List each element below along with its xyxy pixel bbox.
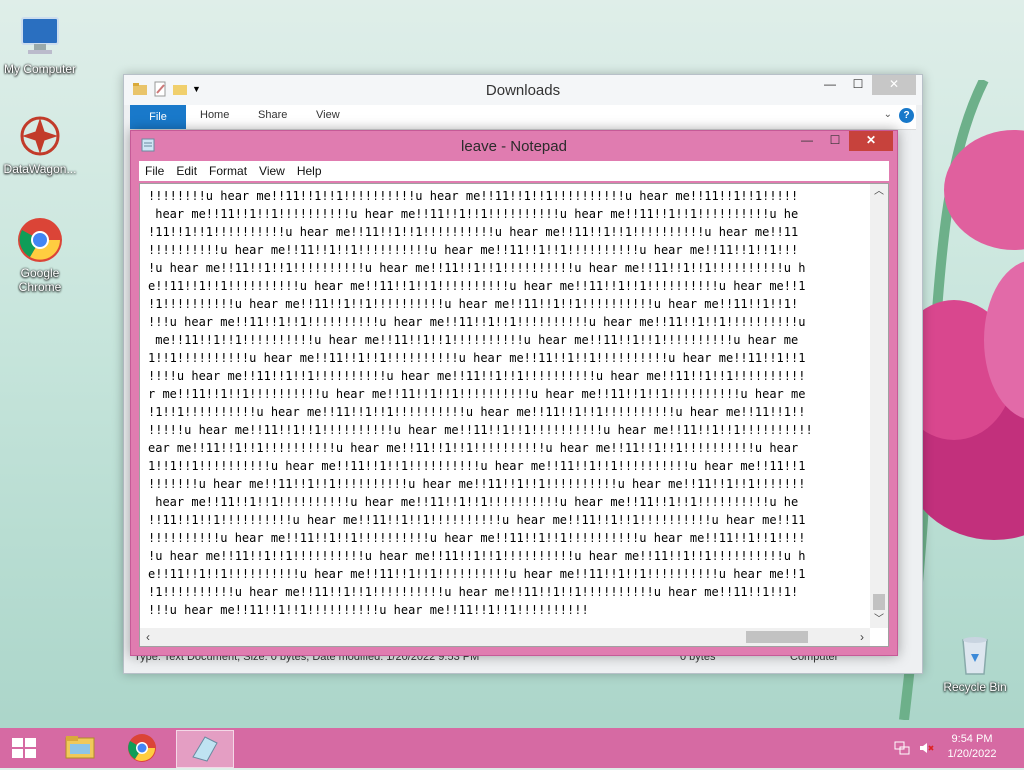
text-line[interactable]: hear me!!11!!1!!1!!!!!!!!!!u hear me!!11…: [148, 205, 864, 223]
computer-icon: [16, 12, 64, 60]
notepad-window-controls: — ☐ ✕: [793, 131, 893, 151]
text-line[interactable]: !!!!!!!!u hear me!!11!!1!!1!!!!!!!!!!u h…: [148, 187, 864, 205]
explorer-ribbon: File Home Share View ⌄ ?: [130, 105, 916, 130]
text-line[interactable]: !!!!!!!!!!u hear me!!11!!1!!1!!!!!!!!!!u…: [148, 241, 864, 259]
scroll-right-icon[interactable]: ›: [854, 628, 870, 646]
file-explorer-icon: [65, 736, 95, 759]
taskbar-clock[interactable]: 9:54 PM 1/20/2022: [942, 732, 1002, 762]
text-line[interactable]: me!!11!!1!!1!!!!!!!!!!u hear me!!11!!1!!…: [148, 331, 864, 349]
chrome-icon: [16, 216, 64, 264]
menu-help[interactable]: Help: [291, 161, 328, 181]
desktop-icon-label: DataWagon...: [3, 162, 77, 176]
notepad-title: leave - Notepad: [461, 138, 567, 155]
text-line[interactable]: !!!!!!!!!!u hear me!!11!!1!!1!!!!!!!!!!u…: [148, 529, 864, 547]
text-line[interactable]: ear me!!11!!1!!1!!!!!!!!!!u hear me!!11!…: [148, 439, 864, 457]
tab-view[interactable]: View: [316, 109, 340, 121]
chrome-icon: [128, 734, 156, 762]
menu-format[interactable]: Format: [203, 161, 253, 181]
text-line[interactable]: !u hear me!!11!!1!!1!!!!!!!!!!u hear me!…: [148, 259, 864, 277]
ribbon-expand-icon[interactable]: ⌄: [884, 109, 892, 120]
vertical-scrollbar[interactable]: ︿ ﹀: [870, 184, 888, 628]
text-line[interactable]: !!!u hear me!!11!!1!!1!!!!!!!!!!u hear m…: [148, 601, 864, 619]
datawagon-icon: [16, 112, 64, 160]
notepad-menu-bar: File Edit Format View Help: [139, 161, 889, 181]
desktop-icon-label: Google Chrome: [18, 266, 62, 294]
tab-share[interactable]: Share: [258, 109, 287, 121]
text-line[interactable]: !1!!!!!!!!!!u hear me!!11!!1!!1!!!!!!!!!…: [148, 295, 864, 313]
start-button[interactable]: [0, 730, 48, 766]
desktop-icon-google-chrome[interactable]: Google Chrome: [0, 216, 80, 294]
text-line[interactable]: e!!11!!1!!1!!!!!!!!!!u hear me!!11!!1!!1…: [148, 565, 864, 583]
text-line[interactable]: 1!!1!!1!!!!!!!!!!u hear me!!11!!1!!1!!!!…: [148, 457, 864, 475]
desktop-icon-my-computer[interactable]: My Computer: [0, 12, 80, 76]
text-line[interactable]: r me!!11!!1!!1!!!!!!!!!!u hear me!!11!!1…: [148, 385, 864, 403]
clock-time: 9:54 PM: [951, 733, 993, 745]
minimize-icon[interactable]: —: [793, 131, 821, 151]
clock-date: 1/20/2022: [947, 748, 997, 760]
scroll-down-icon[interactable]: ﹀: [870, 612, 888, 628]
maximize-icon[interactable]: ☐: [821, 131, 849, 151]
text-line[interactable]: !!!!!!!u hear me!!11!!1!!1!!!!!!!!!!u he…: [148, 475, 864, 493]
text-line[interactable]: !!!u hear me!!11!!1!!1!!!!!!!!!!u hear m…: [148, 313, 864, 331]
help-icon[interactable]: ?: [899, 108, 914, 123]
text-line[interactable]: !!!!u hear me!!11!!1!!1!!!!!!!!!!u hear …: [148, 367, 864, 385]
minimize-icon[interactable]: —: [816, 75, 844, 95]
notepad-text-content[interactable]: !!!!!!!!u hear me!!11!!1!!1!!!!!!!!!!u h…: [148, 187, 864, 620]
text-line[interactable]: 1!!1!!!!!!!!!!u hear me!!11!!1!!1!!!!!!!…: [148, 349, 864, 367]
close-icon[interactable]: ✕: [872, 75, 916, 95]
explorer-title: Downloads: [485, 82, 561, 99]
notepad-text-area[interactable]: !!!!!!!!u hear me!!11!!1!!1!!!!!!!!!!u h…: [139, 183, 889, 647]
text-line[interactable]: hear me!!11!!1!!1!!!!!!!!!!u hear me!!11…: [148, 493, 864, 511]
tab-file[interactable]: File: [130, 105, 186, 129]
text-line[interactable]: !!11!!1!!1!!!!!!!!!!u hear me!!11!!1!!1!…: [148, 511, 864, 529]
volume-muted-icon[interactable]: [918, 740, 934, 759]
taskbar: 9:54 PM 1/20/2022: [0, 728, 1024, 768]
menu-view[interactable]: View: [253, 161, 291, 181]
horizontal-scrollbar[interactable]: ‹ ›: [140, 628, 870, 646]
taskbar-file-explorer[interactable]: [52, 730, 108, 766]
recycle-bin-icon: [951, 630, 999, 678]
close-icon[interactable]: ✕: [849, 131, 893, 151]
desktop-icon-label: My Computer: [3, 62, 77, 76]
text-line[interactable]: e!!11!!1!!1!!!!!!!!!!u hear me!!11!!1!!1…: [148, 277, 864, 295]
taskbar-chrome[interactable]: [114, 730, 170, 766]
network-icon[interactable]: [894, 740, 910, 759]
tab-home[interactable]: Home: [200, 109, 229, 121]
desktop-icon-datawagon[interactable]: DataWagon...: [0, 112, 80, 176]
notepad-icon: [192, 736, 218, 762]
text-line[interactable]: !1!!1!!!!!!!!!!u hear me!!11!!1!!1!!!!!!…: [148, 403, 864, 421]
text-line[interactable]: !11!!1!!1!!!!!!!!!!u hear me!!11!!1!!1!!…: [148, 223, 864, 241]
explorer-window-controls: — ☐ ✕: [816, 75, 916, 95]
maximize-icon[interactable]: ☐: [844, 75, 872, 95]
text-line[interactable]: !1!!!!!!!!!!u hear me!!11!!1!!1!!!!!!!!!…: [148, 583, 864, 601]
scroll-left-icon[interactable]: ‹: [140, 628, 156, 646]
desktop-icon-label: Recycle Bin: [943, 680, 1007, 694]
menu-edit[interactable]: Edit: [170, 161, 203, 181]
taskbar-notepad[interactable]: [176, 730, 234, 768]
text-line[interactable]: !u hear me!!11!!1!!1!!!!!!!!!!u hear me!…: [148, 547, 864, 565]
notepad-title-bar[interactable]: leave - Notepad — ☐ ✕: [131, 131, 897, 159]
desktop-icon-recycle-bin[interactable]: Recycle Bin: [935, 630, 1015, 694]
menu-file[interactable]: File: [139, 161, 170, 181]
text-line[interactable]: !!!!!u hear me!!11!!1!!1!!!!!!!!!!u hear…: [148, 421, 864, 439]
notepad-window[interactable]: leave - Notepad — ☐ ✕ File Edit Format V…: [130, 130, 898, 656]
horizontal-scroll-thumb[interactable]: [746, 631, 808, 643]
system-tray: 9:54 PM 1/20/2022: [884, 728, 1024, 768]
vertical-scroll-thumb[interactable]: [873, 594, 885, 610]
windows-icon: [12, 738, 36, 758]
explorer-title-bar[interactable]: ▼ Downloads — ☐ ✕: [124, 75, 922, 105]
scroll-up-icon[interactable]: ︿: [870, 184, 888, 200]
